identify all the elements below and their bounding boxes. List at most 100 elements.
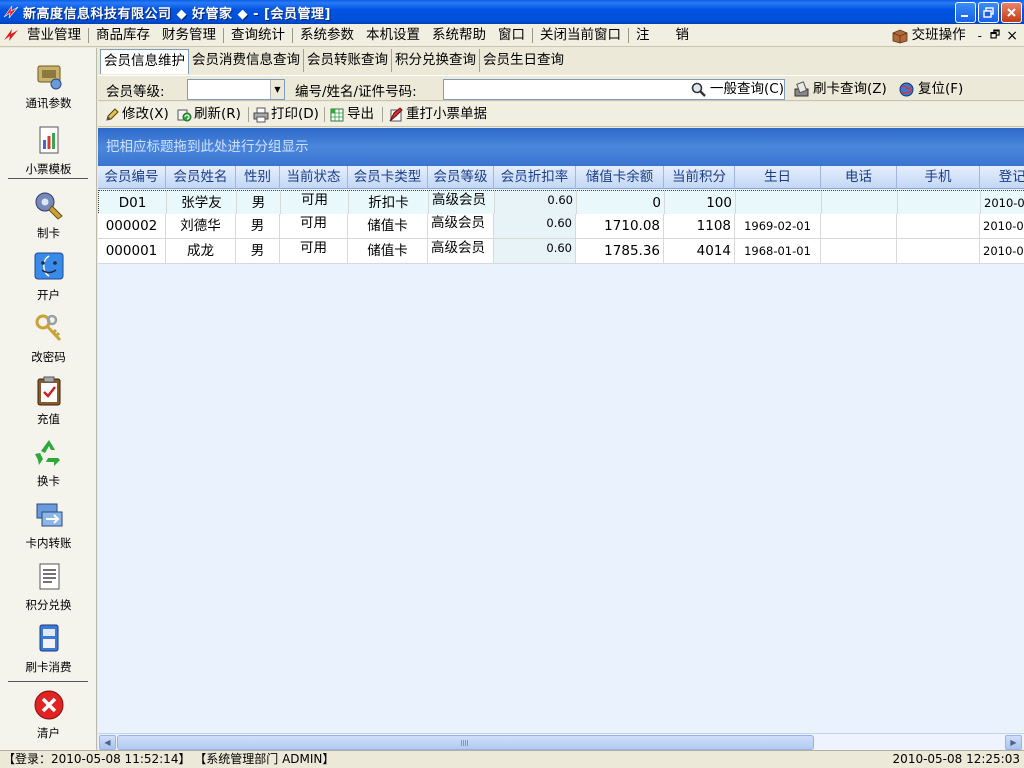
- card-query-button[interactable]: 刷卡查询(Z): [793, 79, 887, 100]
- export-sheet-icon: [330, 108, 344, 121]
- column-header[interactable]: 登记日: [980, 166, 1024, 189]
- status-bar: 【登录：2010-05-08 11:52:14】 【系统管理部门 ADMIN】 …: [0, 750, 1024, 768]
- menu-app-icon: [4, 29, 18, 41]
- tab-birthday-query[interactable]: 会员生日查询: [480, 49, 567, 72]
- column-header[interactable]: 当前状态: [280, 166, 348, 189]
- sidebar-item-card-consume[interactable]: 刷卡消费: [0, 622, 97, 675]
- table-cell: [898, 191, 981, 215]
- scroll-right-arrow[interactable]: ▶: [1005, 735, 1022, 750]
- login-status: 【登录：2010-05-08 11:52:14】 【系统管理部门 ADMIN】: [3, 752, 335, 766]
- column-header[interactable]: 会员折扣率: [494, 166, 576, 189]
- print-button[interactable]: 打印(D): [253, 104, 319, 125]
- table-cell: 可用: [280, 214, 348, 238]
- tab-consumption-query[interactable]: 会员消费信息查询: [189, 49, 304, 72]
- table-cell: 0.60: [494, 239, 576, 263]
- table-cell: 0.60: [495, 191, 577, 215]
- close-button[interactable]: [1001, 2, 1022, 23]
- make-card-icon: [35, 192, 63, 220]
- sidebar-label: 制卡: [37, 226, 60, 240]
- table-cell: [821, 239, 897, 263]
- menu-item-close-current[interactable]: 关闭当前窗口: [534, 25, 627, 46]
- column-header[interactable]: 生日: [735, 166, 821, 189]
- menu-separator: [223, 27, 224, 43]
- menu-right-group: 交班操作 - 🗗 ×: [891, 24, 1024, 47]
- column-header[interactable]: 性别: [236, 166, 280, 189]
- menu-item-finance[interactable]: 财务管理: [156, 25, 222, 46]
- export-button[interactable]: 导出: [329, 104, 374, 125]
- sidebar-item-change-card[interactable]: 换卡: [0, 436, 97, 489]
- sidebar-item-make-card[interactable]: 制卡: [0, 188, 97, 241]
- magnifier-icon: [691, 82, 706, 97]
- tab-member-info[interactable]: 会员信息维护: [100, 49, 189, 74]
- table-row[interactable]: 000001 成龙 男 可用 储值卡 高级会员 0.60 1785.36 401…: [98, 239, 1024, 264]
- table-row[interactable]: D01 张学友 男 可用 折扣卡 高级会员 0.60 0 100 2010-0: [98, 190, 1024, 215]
- menu-item-logout-2[interactable]: 销: [670, 25, 696, 46]
- menu-item-business[interactable]: 营业管理: [21, 25, 87, 46]
- minimize-icon: [961, 15, 968, 17]
- menu-item-local-settings[interactable]: 本机设置: [360, 25, 426, 46]
- group-by-panel[interactable]: 把相应标题拖到此处进行分组显示: [98, 128, 1024, 166]
- sidebar-item-receipt-template[interactable]: 小票模板: [0, 124, 97, 177]
- table-cell: 刘德华: [166, 214, 236, 238]
- sidebar-item-open-account[interactable]: 开户: [0, 250, 97, 303]
- column-header[interactable]: 会员等级: [428, 166, 494, 189]
- refresh-button[interactable]: 刷新(R): [176, 104, 241, 125]
- menu-item-inventory[interactable]: 商品库存: [90, 25, 156, 46]
- table-cell: 1969-02-01: [735, 214, 821, 238]
- sidebar-item-close-account[interactable]: 清户: [0, 688, 97, 741]
- mdi-restore-button[interactable]: 🗗: [990, 26, 1000, 45]
- column-header[interactable]: 储值卡余额: [576, 166, 664, 189]
- mdi-minimize-button[interactable]: -: [978, 29, 982, 43]
- sidebar-label: 开户: [37, 288, 60, 302]
- column-header[interactable]: 会员姓名: [166, 166, 236, 189]
- general-query-button[interactable]: 一般查询(C): [690, 79, 784, 100]
- scroll-thumb[interactable]: [117, 735, 814, 750]
- scroll-left-arrow[interactable]: ◀: [99, 735, 116, 750]
- table-cell: [822, 191, 898, 215]
- table-cell: 1108: [664, 214, 735, 238]
- sidebar-divider: [8, 178, 88, 179]
- points-document-icon: [39, 563, 59, 590]
- column-header[interactable]: 手机: [897, 166, 980, 189]
- table-cell: 4014: [664, 239, 735, 263]
- sidebar-item-change-password[interactable]: 改密码: [0, 312, 97, 365]
- card-reader-icon: [794, 81, 809, 97]
- sidebar-item-card-transfer[interactable]: 卡内转账: [0, 498, 97, 551]
- column-header[interactable]: 会员编号: [98, 166, 166, 189]
- sidebar-item-recharge[interactable]: 充值: [0, 374, 97, 427]
- edit-label: 修改(X): [122, 106, 169, 122]
- edit-button[interactable]: 修改(X): [104, 104, 169, 125]
- reset-label: 复位(F): [918, 81, 964, 97]
- table-cell: 2010-0: [980, 214, 1024, 238]
- title-bar[interactable]: 新高度信息科技有限公司 ◆ 好管家 ◆ - [会员管理]: [0, 0, 1024, 24]
- table-row[interactable]: 000002 刘德华 男 可用 储值卡 高级会员 0.60 1710.08 11…: [98, 214, 1024, 239]
- sidebar-label: 积分兑换: [25, 598, 72, 612]
- shift-handover-menu[interactable]: 交班操作: [909, 25, 972, 46]
- tab-points-query[interactable]: 积分兑换查询: [392, 49, 480, 72]
- member-level-select[interactable]: ▼: [187, 79, 285, 100]
- menu-item-system-params[interactable]: 系统参数: [294, 25, 360, 46]
- sidebar-item-comm-params[interactable]: 通讯参数: [0, 58, 97, 111]
- mdi-close-button[interactable]: ×: [1006, 28, 1018, 44]
- menu-item-help[interactable]: 系统帮助: [426, 25, 492, 46]
- menu-item-window[interactable]: 窗口: [492, 25, 531, 46]
- dropdown-arrow-icon[interactable]: ▼: [270, 80, 284, 99]
- column-header[interactable]: 当前积分: [664, 166, 735, 189]
- minimize-button[interactable]: [955, 2, 976, 23]
- horizontal-scrollbar[interactable]: ◀ ▶: [98, 733, 1024, 750]
- reprint-receipt-button[interactable]: 重打小票单据: [388, 104, 487, 125]
- restore-button[interactable]: [978, 2, 999, 23]
- table-cell: [897, 239, 980, 263]
- column-header[interactable]: 会员卡类型: [348, 166, 428, 189]
- menu-item-logout-1[interactable]: 注: [630, 25, 656, 46]
- column-header[interactable]: 电话: [821, 166, 897, 189]
- menu-item-query-stats[interactable]: 查询统计: [225, 25, 291, 46]
- sidebar-item-points-exchange[interactable]: 积分兑换: [0, 560, 97, 613]
- sidebar-label: 卡内转账: [25, 536, 72, 550]
- reset-button[interactable]: 复位(F): [898, 79, 963, 100]
- tab-transfer-query[interactable]: 会员转账查询: [304, 49, 392, 72]
- open-account-icon: [34, 252, 63, 280]
- sidebar-label: 换卡: [37, 474, 60, 488]
- restore-icon: [983, 7, 994, 18]
- general-query-label: 一般查询(C): [710, 81, 784, 97]
